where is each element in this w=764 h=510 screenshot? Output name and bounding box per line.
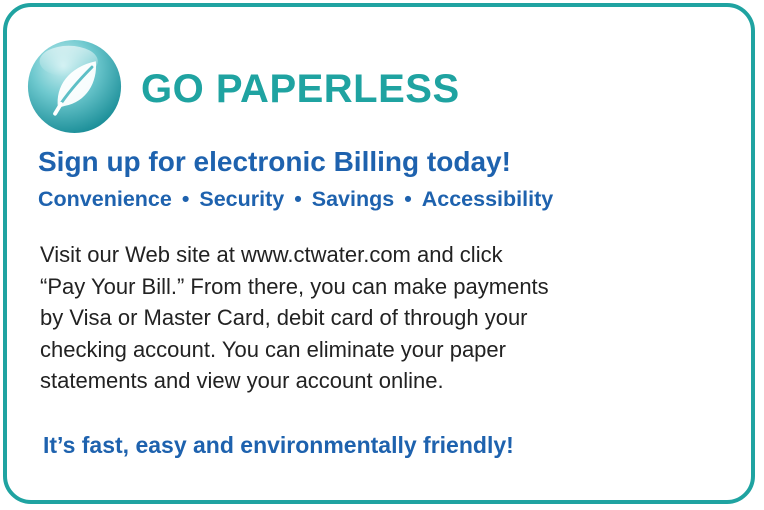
body-line: Visit our Web site at www.ctwater.com an…	[40, 242, 503, 267]
body-paragraph: Visit our Web site at www.ctwater.com an…	[40, 239, 730, 397]
leaf-icon	[27, 39, 122, 134]
benefit-security: Security	[199, 187, 285, 211]
tagline: It’s fast, easy and environmentally frie…	[43, 432, 514, 458]
body-line: “Pay Your Bill.” From there, you can mak…	[40, 273, 549, 299]
body-line: by Visa or Master Card, debit card of th…	[40, 305, 528, 330]
body-line: checking account. You can eliminate your…	[40, 336, 506, 362]
benefit-convenience: Convenience	[38, 187, 172, 211]
benefit-accessibility: Accessibility	[421, 187, 554, 211]
page-title: GO PAPERLESS	[141, 67, 460, 111]
bullet-separator: •	[404, 187, 412, 211]
bullet-separator: •	[294, 187, 302, 211]
benefit-savings: Savings	[311, 187, 395, 211]
headline: Sign up for electronic Billing today!	[38, 146, 511, 177]
benefits-line: Convenience • Security • Savings • Accessibili…	[38, 187, 554, 211]
bullet-separator: •	[181, 187, 190, 211]
paperless-card: GO PAPERLESS Sign up for electronic Bill…	[3, 3, 755, 504]
body-line: statements and view your account online.	[40, 368, 444, 393]
